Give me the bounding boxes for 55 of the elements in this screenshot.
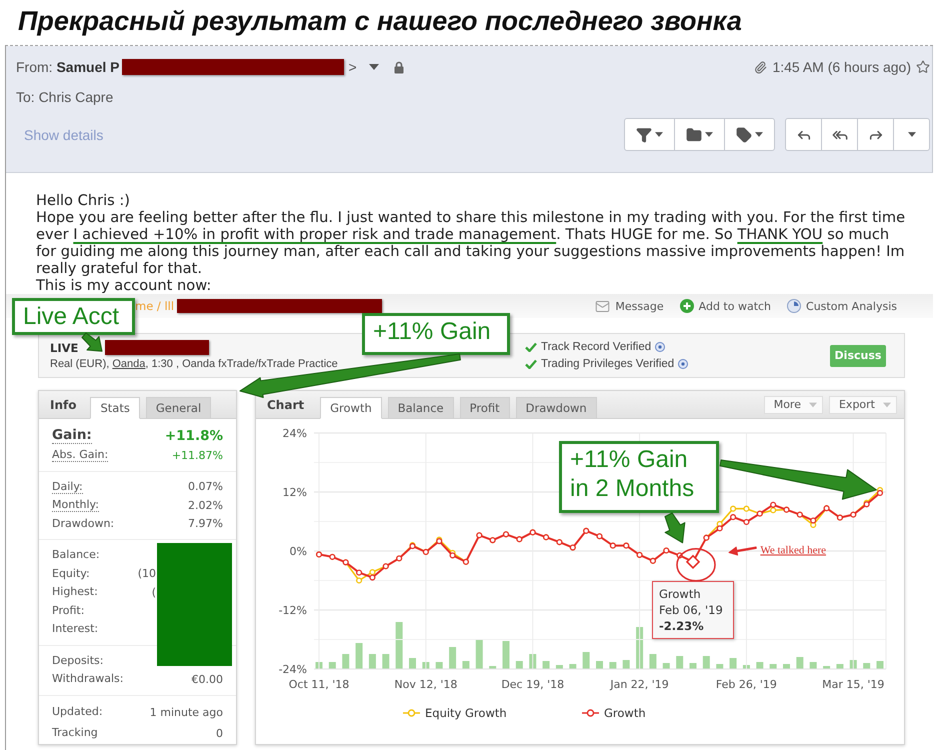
greeting-text: Hello Chris :) — [36, 192, 130, 209]
tooltip-series: Growth — [659, 586, 701, 602]
x-axis-label: Nov 12, '18 — [394, 678, 458, 691]
page-title: Прекрасный результат с нашего последнего звонка — [18, 5, 742, 38]
y-axis-label: -12% — [278, 604, 307, 617]
account-type: LIVE — [50, 340, 78, 354]
annotation-callout: +11% Gain in 2 Months — [559, 441, 719, 513]
stat-label: Gain: — [52, 426, 92, 444]
verification-label: Trading Privileges Verified — [541, 358, 674, 370]
x-axis-label: Dec 19, '18 — [501, 678, 564, 691]
x-axis-label: Mar 15, '19 — [822, 678, 884, 691]
stat-value: (10 — [138, 567, 156, 580]
panel-heading: Chart — [267, 398, 304, 412]
stat-label: Monthly: — [52, 498, 99, 512]
x-axis-label: Feb 26, '19 — [716, 678, 777, 691]
stat-value: ( — [152, 586, 156, 599]
tooltip-value: -2.23% — [659, 618, 704, 634]
stat-label: Daily: — [52, 480, 83, 494]
received-time: 1:45 AM (6 hours ago) — [772, 59, 911, 75]
annotation-callout: Live Acct — [12, 298, 135, 335]
stat-value: +11.87% — [172, 448, 223, 462]
sender-line: From: Samuel P — [16, 59, 120, 75]
stat-label: Drawdown: — [52, 516, 114, 531]
closing-text: This is my account now: — [36, 277, 212, 294]
stat-value: €0.00 — [192, 672, 223, 686]
stat-value: +11.8% — [164, 428, 223, 444]
panel-heading: Info — [50, 398, 76, 412]
y-axis-label: 0% — [290, 545, 307, 558]
y-axis-label: 12% — [282, 486, 307, 499]
verification-label: Track Record Verified — [541, 341, 652, 353]
tooltip-date: Feb 06, '19 — [659, 602, 723, 618]
stat-label: Balance: — [52, 548, 100, 562]
x-axis-label: Jan 22, '19 — [610, 678, 669, 691]
stat-label: Profit: — [52, 604, 84, 618]
address-end: > — [348, 59, 357, 75]
stat-label: Equity: — [52, 566, 90, 581]
stat-label: Abs. Gain: — [52, 448, 108, 462]
stat-value: 0 — [216, 726, 223, 740]
stat-label: Deposits: — [52, 654, 104, 668]
stat-label: Tracking — [52, 726, 98, 740]
x-axis-label: Oct 11, '18 — [288, 678, 350, 691]
stat-value: 1 minute ago — [150, 706, 223, 718]
stat-label: Interest: — [52, 622, 98, 636]
stat-label: Updated: — [52, 704, 103, 720]
stat-value: 7.97% — [188, 517, 223, 530]
y-axis-label: 24% — [282, 427, 307, 440]
stat-label: Highest: — [52, 585, 98, 600]
stat-label: Withdrawals: — [52, 672, 124, 686]
stat-value: 0.07% — [188, 480, 223, 494]
account-details: Real (EUR), Oanda, 1:30 , Oanda fxTrade/fxTrade Practice — [50, 358, 338, 370]
stat-value: 2.02% — [188, 498, 223, 512]
y-axis-label: -24% — [278, 663, 307, 676]
recipient-line: To: Chris Capre — [16, 89, 114, 105]
annotation-callout: +11% Gain — [362, 313, 510, 355]
message-paragraph: Hope you are feeling better after the flu. I just wanted to share this milestone in my trading with you. For the first time ever I achieved +10% in profit with proper risk and trade management. Thats HUGE for me. So THANK YOU so much for guiding me along this journey man, after each call and taking your suggestions massive improvements happen! Im really grateful for that. — [36, 209, 906, 277]
